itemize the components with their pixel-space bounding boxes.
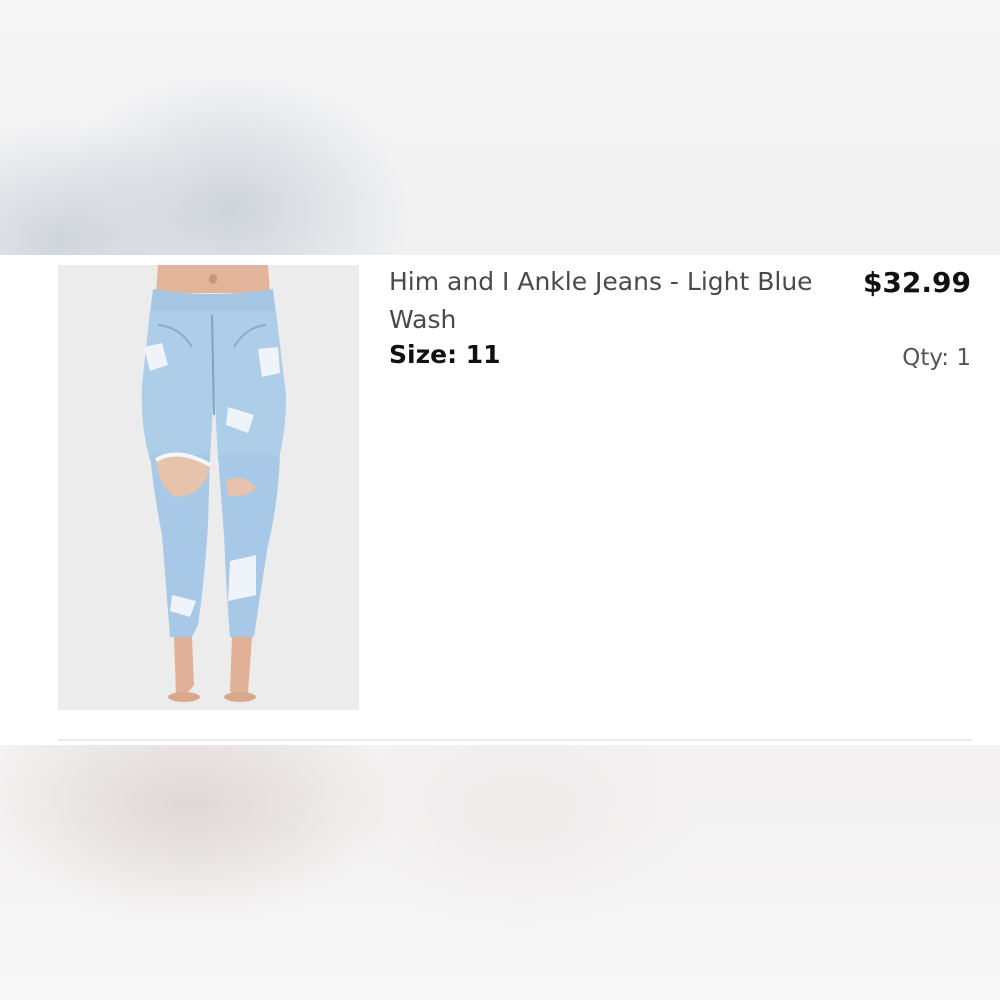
jeans-product-photo: [58, 265, 359, 710]
product-title[interactable]: Him and I Ankle Jeans - Light Blue Wash: [389, 263, 849, 339]
product-image[interactable]: [58, 265, 359, 710]
product-price: $32.99: [862, 266, 971, 299]
product-size: Size: 11: [389, 340, 501, 369]
cart-item-card: Him and I Ankle Jeans - Light Blue Wash …: [0, 255, 1000, 745]
blurred-background-bottom: [0, 745, 1000, 1000]
blurred-background-top: [0, 0, 1000, 255]
item-divider: [58, 739, 972, 741]
product-quantity[interactable]: Qty: 1: [902, 343, 971, 373]
